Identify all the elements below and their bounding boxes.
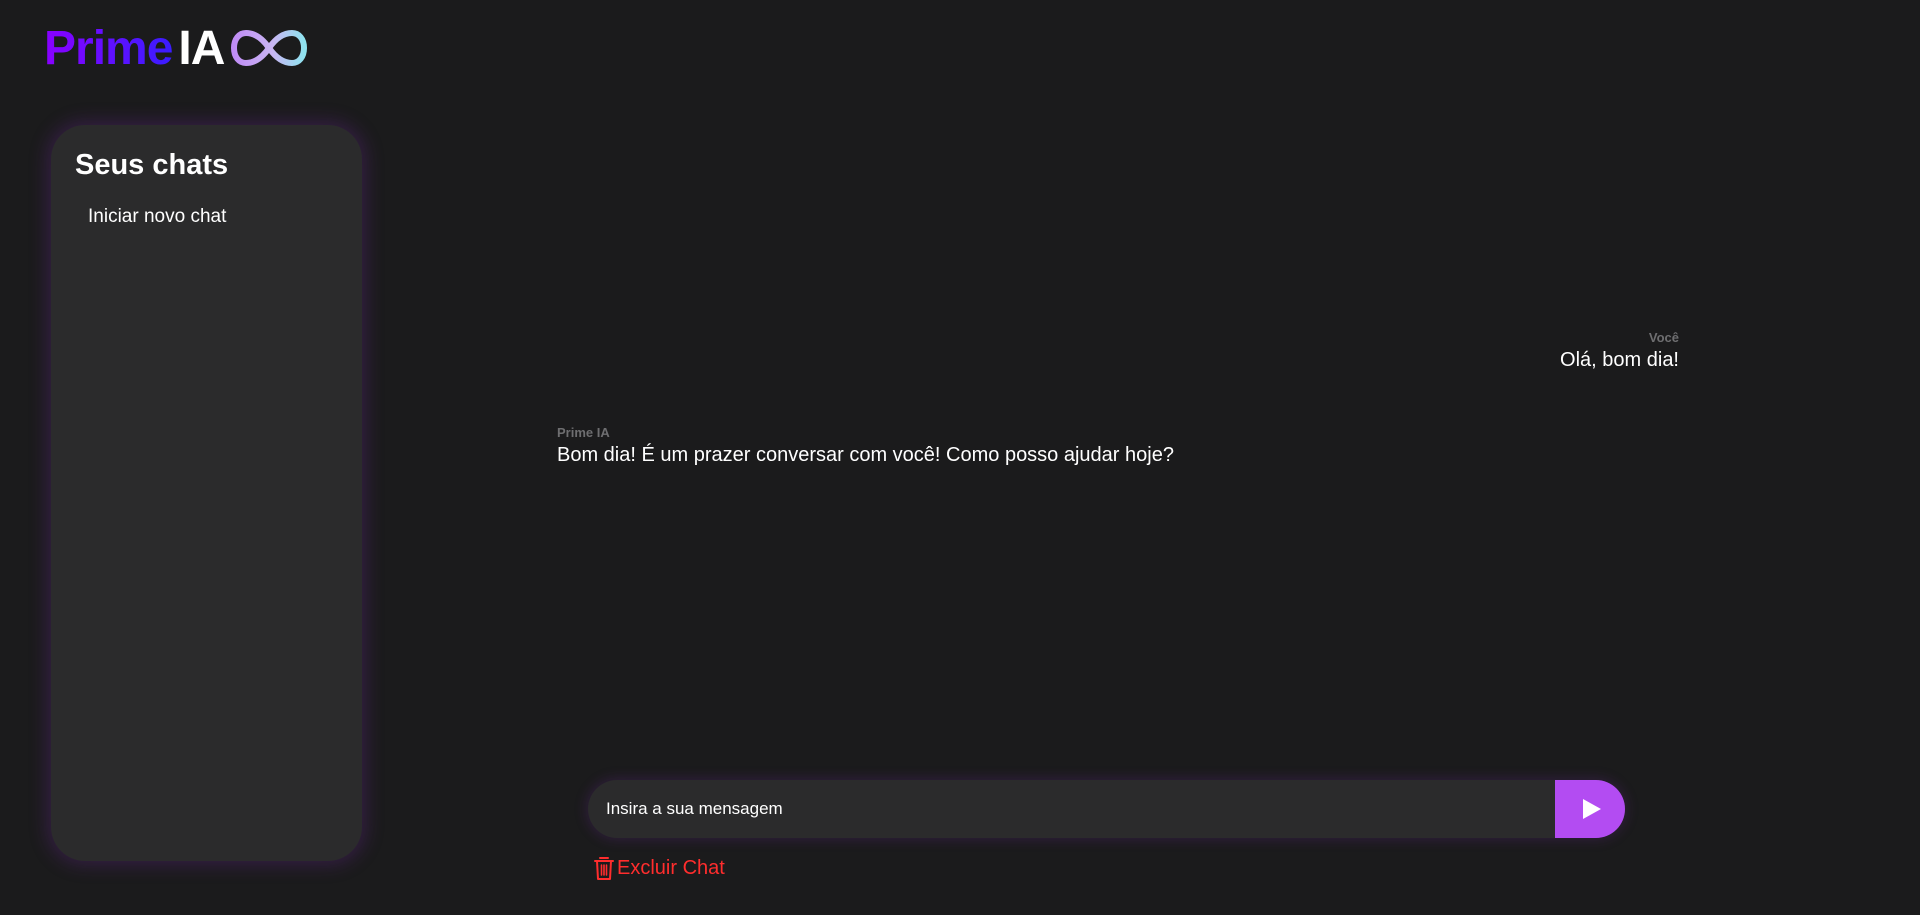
- delete-chat-button[interactable]: Excluir Chat: [593, 855, 725, 881]
- new-chat-button[interactable]: Iniciar novo chat: [88, 206, 226, 228]
- logo-prime-text: Prime: [44, 21, 173, 75]
- message-sender: Você: [1648, 330, 1679, 345]
- app: Prime IA Seus chats Iniciar novo chat Vo…: [0, 0, 1920, 915]
- assistant-message: Prime IA Bom dia! É um prazer conversar …: [557, 425, 1174, 467]
- send-button[interactable]: [1555, 780, 1625, 838]
- message-composer: [588, 780, 1625, 838]
- message-sender: Prime IA: [557, 425, 610, 440]
- chat-sidebar: Seus chats Iniciar novo chat: [51, 125, 362, 861]
- play-icon: [1583, 799, 1601, 819]
- logo: Prime IA: [44, 20, 308, 76]
- infinity-icon: [231, 29, 308, 67]
- delete-chat-label: Excluir Chat: [617, 856, 725, 879]
- logo-ia-text: IA: [178, 21, 225, 75]
- trash-icon: [594, 857, 614, 880]
- message-input[interactable]: [588, 780, 1555, 838]
- message-text: Bom dia! É um prazer conversar com você!…: [557, 444, 1174, 466]
- sidebar-title: Seus chats: [75, 149, 229, 181]
- user-message: Você Olá, bom dia!: [1560, 330, 1679, 372]
- message-text: Olá, bom dia!: [1560, 349, 1679, 371]
